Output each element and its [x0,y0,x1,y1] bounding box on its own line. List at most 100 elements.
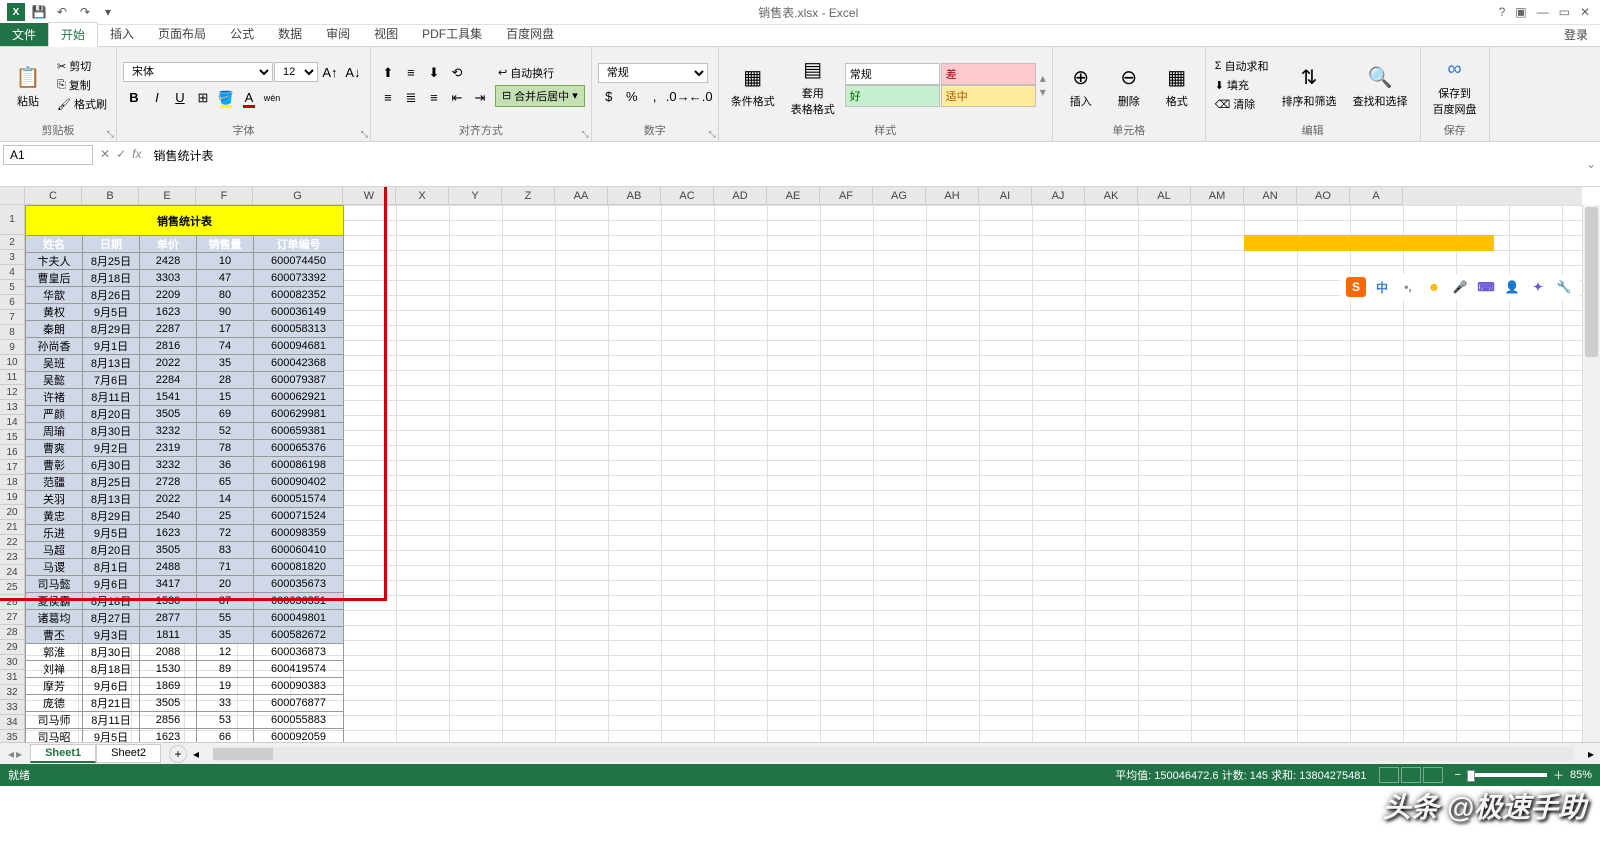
data-cell[interactable]: 80 [197,287,254,304]
data-cell[interactable]: 3232 [140,423,197,440]
column-header[interactable]: AB [608,187,661,205]
column-header[interactable]: Z [502,187,555,205]
format-as-table-button[interactable]: ▤套用 表格格式 [785,51,841,119]
data-cell[interactable]: 马谡 [26,559,83,576]
data-cell[interactable]: 600659381 [254,423,344,440]
style-bad[interactable]: 差 [941,63,1036,85]
ime-toolbar[interactable]: S 中 •, ☻ 🎤 ⌨ 👤 ✦ 🔧 [1340,274,1580,300]
data-cell[interactable]: 9月6日 [83,576,140,593]
decrease-font-icon[interactable]: A↓ [342,62,364,84]
data-cell[interactable]: 600036873 [254,644,344,661]
row-header[interactable]: 15 [0,430,25,445]
data-cell[interactable]: 600582672 [254,627,344,644]
column-header[interactable]: Y [449,187,502,205]
tab-file[interactable]: 文件 [0,23,48,46]
data-cell[interactable]: 600419574 [254,661,344,678]
data-cell[interactable]: 2428 [140,253,197,270]
sort-filter-button[interactable]: ⇅排序和筛选 [1276,59,1343,111]
row-header[interactable]: 8 [0,325,25,340]
close-icon[interactable]: ✕ [1580,5,1590,19]
data-cell[interactable]: 600081820 [254,559,344,576]
column-header[interactable]: AL [1138,187,1191,205]
data-cell[interactable]: 马超 [26,542,83,559]
row-header[interactable]: 31 [0,670,25,685]
data-cell[interactable]: 2022 [140,491,197,508]
row-header[interactable]: 14 [0,415,25,430]
data-cell[interactable]: 6月30日 [83,457,140,474]
align-top-icon[interactable]: ⬆ [377,62,399,84]
data-cell[interactable]: 孙尚香 [26,338,83,355]
column-header[interactable]: AE [767,187,820,205]
underline-button[interactable]: U [169,87,191,109]
data-cell[interactable]: 600051574 [254,491,344,508]
data-cell[interactable]: 曹彰 [26,457,83,474]
data-cell[interactable]: 600076877 [254,695,344,712]
data-cell[interactable]: 69 [197,406,254,423]
format-painter-button[interactable]: 🖌格式刷 [54,95,110,113]
data-table[interactable]: 销售统计表姓名日期单价销售量订单编号卞夫人8月25日24281060007445… [25,205,344,742]
data-cell[interactable]: 8月11日 [83,712,140,729]
data-cell[interactable]: 47 [197,270,254,287]
align-left-icon[interactable]: ≡ [377,87,399,109]
column-header[interactable]: AF [820,187,873,205]
row-header[interactable]: 27 [0,610,25,625]
row-header[interactable]: 26 [0,595,25,610]
data-cell[interactable]: 2856 [140,712,197,729]
data-cell[interactable]: 600082352 [254,287,344,304]
data-cell[interactable]: 90 [197,304,254,321]
row-header[interactable]: 13 [0,400,25,415]
data-cell[interactable]: 600060410 [254,542,344,559]
row-header[interactable]: 18 [0,475,25,490]
font-color-button[interactable]: A [238,87,260,109]
data-cell[interactable]: 严颜 [26,406,83,423]
row-header[interactable]: 20 [0,505,25,520]
tab-页面布局[interactable]: 页面布局 [146,22,218,46]
data-cell[interactable]: 2284 [140,372,197,389]
column-header[interactable]: F [196,187,253,205]
vertical-scrollbar[interactable] [1582,205,1600,742]
row-header[interactable]: 3 [0,250,25,265]
row-header[interactable]: 23 [0,550,25,565]
indent-increase-icon[interactable]: ⇥ [469,87,491,109]
increase-font-icon[interactable]: A↑ [319,62,341,84]
data-cell[interactable]: 8月26日 [83,287,140,304]
data-cell[interactable]: 8月29日 [83,508,140,525]
data-cell[interactable]: 3232 [140,457,197,474]
add-sheet-button[interactable]: + [169,745,187,763]
data-cell[interactable]: 8月18日 [83,661,140,678]
data-cell[interactable]: 刘禅 [26,661,83,678]
data-cell[interactable]: 7月6日 [83,372,140,389]
data-cell[interactable]: 78 [197,440,254,457]
data-cell[interactable]: 华歆 [26,287,83,304]
currency-icon[interactable]: $ [598,86,620,108]
data-cell[interactable]: 8月18日 [83,593,140,610]
row-header[interactable]: 1 [0,205,25,235]
select-all-button[interactable] [0,187,25,205]
data-cell[interactable]: 25 [197,508,254,525]
data-cell[interactable]: 600055883 [254,712,344,729]
data-cell[interactable]: 许褚 [26,389,83,406]
percent-icon[interactable]: % [621,86,643,108]
data-cell[interactable]: 曹爽 [26,440,83,457]
row-header[interactable]: 34 [0,715,25,730]
data-cell[interactable]: 55 [197,610,254,627]
sheet-tab[interactable]: Sheet1 [30,744,96,763]
data-cell[interactable]: 10 [197,253,254,270]
data-cell[interactable]: 乐进 [26,525,83,542]
data-cell[interactable]: 9月5日 [83,304,140,321]
data-cell[interactable]: 600073392 [254,270,344,287]
data-cell[interactable]: 17 [197,321,254,338]
delete-cells-button[interactable]: ⊖删除 [1107,59,1151,111]
data-cell[interactable]: 黄权 [26,304,83,321]
data-cell[interactable]: 卞夫人 [26,253,83,270]
data-cell[interactable]: 8月20日 [83,542,140,559]
insert-cells-button[interactable]: ⊕插入 [1059,59,1103,111]
data-cell[interactable]: 8月18日 [83,270,140,287]
login-link[interactable]: 登录 [1552,23,1600,46]
clear-button[interactable]: ⌫清除 [1212,95,1272,113]
cut-button[interactable]: ✂剪切 [54,57,110,75]
comma-icon[interactable]: , [644,86,666,108]
data-cell[interactable]: 19 [197,678,254,695]
row-header[interactable]: 33 [0,700,25,715]
data-cell[interactable]: 2209 [140,287,197,304]
